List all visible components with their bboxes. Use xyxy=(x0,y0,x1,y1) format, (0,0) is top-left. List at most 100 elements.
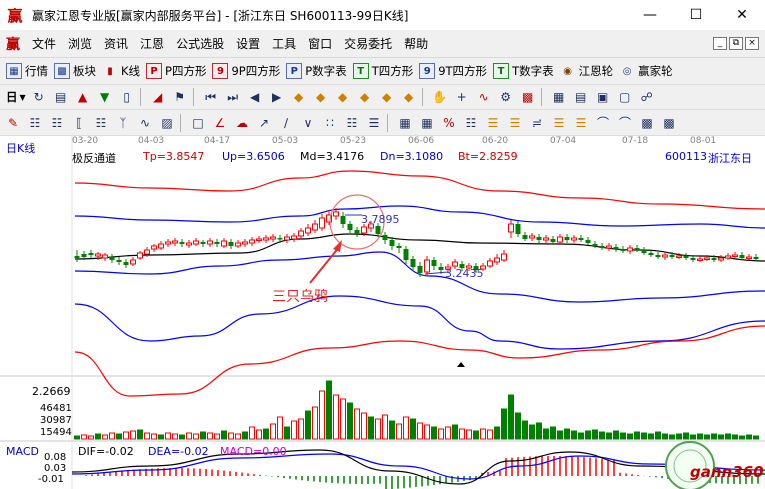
gann-fan-icon[interactable]: ☁ xyxy=(233,114,251,132)
flag-icon[interactable]: ⚑ xyxy=(171,88,189,106)
toolbar-p-square[interactable]: P P四方形 xyxy=(146,63,206,79)
toolbar-quotes[interactable]: ▦ 行情 xyxy=(6,63,48,79)
diamond-icon[interactable]: ◆ xyxy=(312,88,330,106)
curve-icon[interactable]: ≓ xyxy=(528,114,546,132)
band-bt-line xyxy=(74,325,765,397)
fork-icon[interactable]: ᛉ xyxy=(114,114,132,132)
shrink-icon[interactable]: ◢ xyxy=(149,88,167,106)
box2-icon[interactable]: ▩ xyxy=(660,114,678,132)
toolbar-winner-wheel[interactable]: ◎ 赢家轮 xyxy=(619,63,673,79)
gear-icon[interactable]: ⚙ xyxy=(497,88,515,106)
candle-down-icon[interactable]: ▼ xyxy=(96,88,114,106)
menu-tools[interactable]: 工具 xyxy=(266,35,302,52)
bands-icon[interactable]: ☰ xyxy=(506,114,524,132)
kline-chart[interactable] xyxy=(0,136,765,489)
zigzag-icon[interactable]: ∿ xyxy=(475,88,493,106)
dots-icon[interactable]: ∷ xyxy=(321,114,339,132)
separator xyxy=(421,88,423,106)
diamond-icon[interactable]: ◆ xyxy=(334,88,352,106)
menu-trade[interactable]: 交易委托 xyxy=(338,35,398,52)
arc2-icon[interactable]: ⌒ xyxy=(616,114,634,132)
diamond-icon[interactable]: ◆ xyxy=(290,88,308,106)
chart-area[interactable]: 日K线 03-20 04-03 04-17 05-03 05-23 06-06 … xyxy=(0,136,765,489)
first-icon[interactable]: ⏮ xyxy=(202,88,220,106)
wave-icon[interactable]: ∿ xyxy=(136,114,154,132)
vlines-icon[interactable]: ☰ xyxy=(365,114,383,132)
period-dropdown[interactable]: 日 ▼ xyxy=(6,89,26,105)
candle-up-icon[interactable]: ▲ xyxy=(74,88,92,106)
toolbar-p-table[interactable]: P P数字表 xyxy=(286,63,347,79)
calendar-icon[interactable]: ▦ xyxy=(550,88,568,106)
close-icon[interactable]: ✕ xyxy=(719,0,765,30)
drawing-toolbar: ✎ ☷ ☷ ⟦ ☷ ᛉ ∿ ▨ □ ∠ ☁ ↗ ∕ ∨ ∷ ☷ ☰ ▦ ▦ % … xyxy=(0,110,765,136)
link-icon[interactable]: ☍ xyxy=(638,88,656,106)
diamond-icon[interactable]: ◆ xyxy=(400,88,418,106)
prev-icon[interactable]: ◀ xyxy=(246,88,264,106)
rect-icon[interactable]: □ xyxy=(189,114,207,132)
candle-icon[interactable]: ▯ xyxy=(118,88,136,106)
next-icon[interactable]: ▶ xyxy=(268,88,286,106)
toolbar-kline[interactable]: ▮ K线 xyxy=(102,63,140,79)
refresh-icon[interactable]: ↻ xyxy=(30,88,48,106)
levels-icon[interactable]: ☰ xyxy=(484,114,502,132)
toolbar-9p-square[interactable]: 9 9P四方形 xyxy=(212,63,280,79)
volume-bar xyxy=(221,430,227,440)
ladder-icon[interactable]: ☷ xyxy=(462,114,480,132)
table-icon[interactable]: ▦ xyxy=(396,114,414,132)
levels3-icon[interactable]: ☰ xyxy=(572,114,590,132)
minimize-icon[interactable]: — xyxy=(627,0,673,30)
trend-icon[interactable]: ↗ xyxy=(255,114,273,132)
hatch-icon[interactable]: ▦ xyxy=(418,114,436,132)
9t-square-icon: 9 xyxy=(419,63,436,79)
volume-bar xyxy=(347,402,353,440)
cycle-icon[interactable]: ☷ xyxy=(343,114,361,132)
fan-icon[interactable]: ⟦ xyxy=(70,114,88,132)
fib-icon[interactable]: ☷ xyxy=(92,114,110,132)
title-bar[interactable]: 赢 赢家江恩专业版[赢家内部服务平台] - [浙江东日 SH600113-99日… xyxy=(0,0,765,30)
mdi-minimize-icon[interactable]: _ xyxy=(713,37,727,50)
volume-bar xyxy=(417,422,423,440)
line-icon[interactable]: ∕ xyxy=(277,114,295,132)
toolbar-t-square[interactable]: T T四方形 xyxy=(352,63,413,79)
toolbar-blocks[interactable]: ▩ 板块 xyxy=(54,63,96,79)
levels2-icon[interactable]: ☰ xyxy=(550,114,568,132)
menu-settings[interactable]: 设置 xyxy=(230,35,266,52)
diamond-icon[interactable]: ◆ xyxy=(356,88,374,106)
toolbar-gann-wheel[interactable]: ◉ 江恩轮 xyxy=(560,63,613,79)
md-value: Md=3.4176 xyxy=(300,150,365,163)
chart-bars-icon[interactable]: ▤ xyxy=(52,88,70,106)
toolbar-9t-square[interactable]: 9 9T四方形 xyxy=(419,63,487,79)
last-icon[interactable]: ⏭ xyxy=(224,88,242,106)
menu-file[interactable]: 文件 xyxy=(26,35,62,52)
box-lines-icon[interactable]: ▨ xyxy=(158,114,176,132)
candle-body-up xyxy=(424,259,430,273)
mdi-restore-icon[interactable]: ⧉ xyxy=(729,37,743,50)
diamond-icon[interactable]: ◆ xyxy=(378,88,396,106)
menu-formula[interactable]: 公式选股 xyxy=(170,35,230,52)
bars-icon[interactable]: ▩ xyxy=(519,88,537,106)
report-icon[interactable]: ▤ xyxy=(572,88,590,106)
hand-icon[interactable]: ✋ xyxy=(431,88,449,106)
menu-info[interactable]: 资讯 xyxy=(98,35,134,52)
maximize-icon[interactable]: ☐ xyxy=(673,0,719,30)
menu-gann[interactable]: 江恩 xyxy=(134,35,170,52)
volume-bar xyxy=(179,434,185,440)
angle-icon[interactable]: ∠ xyxy=(211,114,229,132)
menu-window[interactable]: 窗口 xyxy=(302,35,338,52)
cross-grid-icon[interactable]: ☷ xyxy=(48,114,66,132)
toolbar-t-table[interactable]: T T数字表 xyxy=(493,63,554,79)
percent-icon[interactable]: % xyxy=(440,114,458,132)
menu-help[interactable]: 帮助 xyxy=(398,35,434,52)
arc-icon[interactable]: ⌒ xyxy=(594,114,612,132)
period-toolbar: 日 ▼ ↻ ▤ ▲ ▼ ▯ ◢ ⚑ ⏮ ⏭ ◀ ▶ ◆ ◆ ◆ ◆ ◆ ◆ ✋ +… xyxy=(0,85,765,110)
menu-browse[interactable]: 浏览 xyxy=(62,35,98,52)
window-icon[interactable]: ▢ xyxy=(616,88,634,106)
volume-bar xyxy=(228,432,234,440)
crosshair-icon[interactable]: + xyxy=(453,88,471,106)
grid-lines-icon[interactable]: ☷ xyxy=(26,114,44,132)
mdi-close-icon[interactable]: × xyxy=(745,37,759,50)
zig-icon[interactable]: ∨ xyxy=(299,114,317,132)
monitor-icon[interactable]: ▣ xyxy=(594,88,612,106)
pen-icon[interactable]: ✎ xyxy=(4,114,22,132)
box-icon[interactable]: ▩ xyxy=(638,114,656,132)
